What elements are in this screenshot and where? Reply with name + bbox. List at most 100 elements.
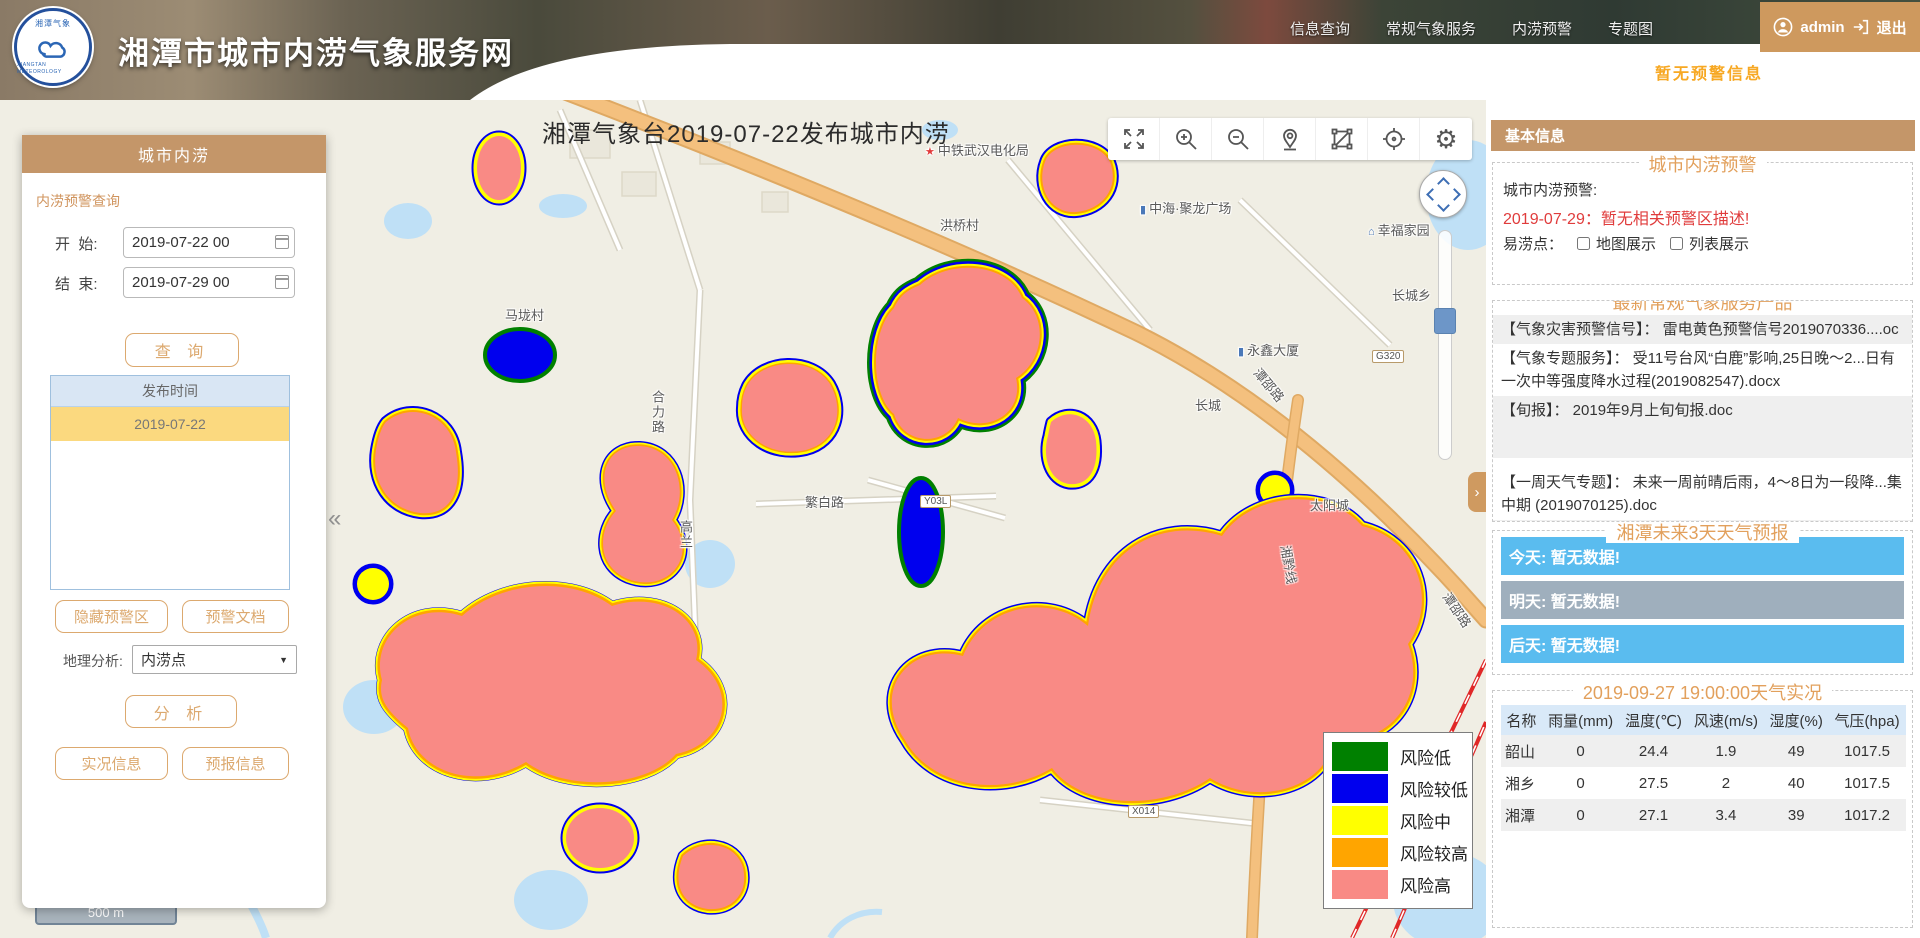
risk-zone <box>901 480 941 584</box>
nav-info-query[interactable]: 信息查询 <box>1290 18 1350 39</box>
warning-section-title: 城市内涝预警 <box>1639 155 1767 175</box>
forecast-day-after-bar: 后天: 暂无数据! <box>1501 625 1904 663</box>
table-row: 湘潭 0 27.1 3.4 39 1017.2 <box>1501 799 1906 831</box>
col-pressure: 气压(hpa) <box>1828 705 1906 735</box>
pan-left-icon[interactable] <box>1426 188 1439 201</box>
calendar-icon[interactable] <box>275 235 289 249</box>
map-display-checkbox[interactable] <box>1577 237 1590 250</box>
query-button[interactable]: 查 询 <box>125 333 239 367</box>
sidebar-collapse-chevron[interactable]: « <box>328 505 341 533</box>
forecast-info-button[interactable]: 预报信息 <box>182 747 289 780</box>
map-title: 湘潭气象台2019-07-22发布城市内涝 <box>542 114 950 149</box>
target-icon[interactable] <box>1368 118 1420 160</box>
legend-row: 风险较低 <box>1332 774 1464 803</box>
product-item[interactable]: 【旬报】： 2019年9月上旬旬报.doc <box>1493 396 1912 458</box>
cell: 湘乡 <box>1501 767 1542 799</box>
legend-label: 风险较高 <box>1400 840 1468 865</box>
map-pan-control[interactable] <box>1419 170 1467 218</box>
warning-section: 城市内涝预警 城市内涝预警: 2019-07-29：暂无相关预警区描述! 易涝点… <box>1492 162 1913 285</box>
risk-zone <box>380 586 722 782</box>
risk-zone <box>357 568 389 600</box>
app-root: 湘潭气象 XIANGTAN METEOROLOGY 湘潭市城市内涝气象服务网 信… <box>0 0 1920 938</box>
map-display-label[interactable]: 地图展示 <box>1596 233 1656 254</box>
product-item[interactable]: 【气象专题服务】： 受11号台风“白鹿”影响,25日晚～2...日有一次中等强度… <box>1493 344 1912 396</box>
cell: 0 <box>1542 767 1620 799</box>
geo-analysis-label: 地理分析: <box>63 651 123 671</box>
cell: 1017.5 <box>1828 735 1906 767</box>
warning-document-button[interactable]: 预警文档 <box>182 600 289 633</box>
product-item[interactable]: 【气象灾害预警信号】： 雷电黄色预警信号2019070336....oc <box>1493 315 1912 344</box>
nav-regular-weather-service[interactable]: 常规气象服务 <box>1386 18 1476 39</box>
legend-label: 风险低 <box>1400 744 1451 769</box>
user-box: admin 退出 <box>1760 2 1920 52</box>
publish-time-header: 发布时间 <box>51 376 289 407</box>
legend-swatch-higher <box>1332 838 1388 867</box>
settings-gear-icon[interactable]: ⚙ <box>1420 118 1472 160</box>
map-toolbar: ⚙ <box>1108 118 1472 160</box>
start-date-input[interactable] <box>123 227 295 258</box>
calendar-icon[interactable] <box>275 275 289 289</box>
pan-down-icon[interactable] <box>1437 199 1450 212</box>
pan-right-icon[interactable] <box>1448 188 1461 201</box>
nav-thematic-map[interactable]: 专题图 <box>1608 18 1653 39</box>
info-panel-collapse-tab[interactable]: › <box>1468 472 1486 512</box>
legend-row: 风险高 <box>1332 870 1464 899</box>
live-info-button[interactable]: 实况信息 <box>55 747 168 780</box>
table-row: 湘乡 0 27.5 2 40 1017.5 <box>1501 767 1906 799</box>
polygon-select-icon[interactable] <box>1316 118 1368 160</box>
hide-warning-zone-button[interactable]: 隐藏预警区 <box>55 600 168 633</box>
cell: 韶山 <box>1501 735 1542 767</box>
zoom-in-icon[interactable] <box>1160 118 1212 160</box>
site-logo: 湘潭气象 XIANGTAN METEOROLOGY <box>14 8 92 86</box>
cell: 40 <box>1764 767 1828 799</box>
logout-button[interactable]: 退出 <box>1877 17 1907 38</box>
col-humidity: 湿度(%) <box>1764 705 1828 735</box>
risk-zone <box>1046 414 1097 484</box>
header: 湘潭气象 XIANGTAN METEOROLOGY 湘潭市城市内涝气象服务网 信… <box>0 0 1920 100</box>
nav-waterlogging-warning[interactable]: 内涝预警 <box>1512 18 1572 39</box>
risk-zone <box>375 412 458 513</box>
logo-cloud-icon <box>33 28 73 62</box>
publish-time-row-selected[interactable]: 2019-07-22 <box>51 407 289 441</box>
cell: 1.9 <box>1688 735 1765 767</box>
logo-arc-text: XIANGTAN METEOROLOGY <box>17 62 89 76</box>
col-wind: 风速(m/s) <box>1688 705 1765 735</box>
end-date-input[interactable] <box>123 267 295 298</box>
geo-analysis-select[interactable]: 内涝点 ▼ <box>132 645 297 674</box>
col-temp: 温度(℃) <box>1619 705 1687 735</box>
legend-row: 风险中 <box>1332 806 1464 835</box>
publish-time-table: 发布时间 2019-07-22 <box>50 375 290 590</box>
forecast-tomorrow-bar: 明天: 暂无数据! <box>1501 581 1904 619</box>
cell: 1017.5 <box>1828 767 1906 799</box>
product-item[interactable]: 【一周逐日滚动预报】： 2019-06-18.doc <box>1493 520 1912 522</box>
select-arrow-icon: ▼ <box>279 655 288 665</box>
analyze-button[interactable]: 分 析 <box>125 695 237 728</box>
map-zoom-slider[interactable] <box>1438 230 1452 460</box>
logo-text: 湘潭气象 <box>35 19 71 28</box>
cell: 0 <box>1542 735 1620 767</box>
fullscreen-icon[interactable] <box>1108 118 1160 160</box>
col-name: 名称 <box>1501 705 1542 735</box>
live-weather-section: 2019-09-27 19:00:00天气实况 名称 雨量(mm) 温度(℃) … <box>1492 690 1913 928</box>
zoom-out-icon[interactable] <box>1212 118 1264 160</box>
list-display-checkbox[interactable] <box>1670 237 1683 250</box>
live-weather-table: 名称 雨量(mm) 温度(℃) 风速(m/s) 湿度(%) 气压(hpa) 韶山… <box>1501 705 1906 831</box>
product-item[interactable]: 【一周天气专题】： 未来一周前晴后雨，4～8日为一段降...集中期 (20190… <box>1493 468 1912 520</box>
locate-icon[interactable] <box>1264 118 1316 160</box>
list-display-label[interactable]: 列表展示 <box>1689 233 1749 254</box>
warning-line: 城市内涝预警: <box>1503 179 1597 200</box>
logout-icon <box>1852 18 1870 36</box>
map-legend: 风险低 风险较低 风险中 风险较高 风险高 <box>1323 732 1473 909</box>
site-title: 湘潭市城市内涝气象服务网 <box>118 28 514 73</box>
legend-label: 风险高 <box>1400 872 1451 897</box>
geo-analysis-value: 内涝点 <box>141 649 186 670</box>
legend-label: 风险中 <box>1400 808 1451 833</box>
map-zoom-slider-handle[interactable] <box>1434 308 1456 334</box>
end-date-label: 结 束: <box>55 273 98 294</box>
products-section: 最新常规气象服务产品 【气象灾害预警信号】： 雷电黄色预警信号201907033… <box>1492 300 1913 522</box>
cell: 27.1 <box>1619 799 1687 831</box>
pan-up-icon[interactable] <box>1437 177 1450 190</box>
risk-zone <box>566 808 634 868</box>
cell: 3.4 <box>1688 799 1765 831</box>
legend-row: 风险低 <box>1332 742 1464 771</box>
